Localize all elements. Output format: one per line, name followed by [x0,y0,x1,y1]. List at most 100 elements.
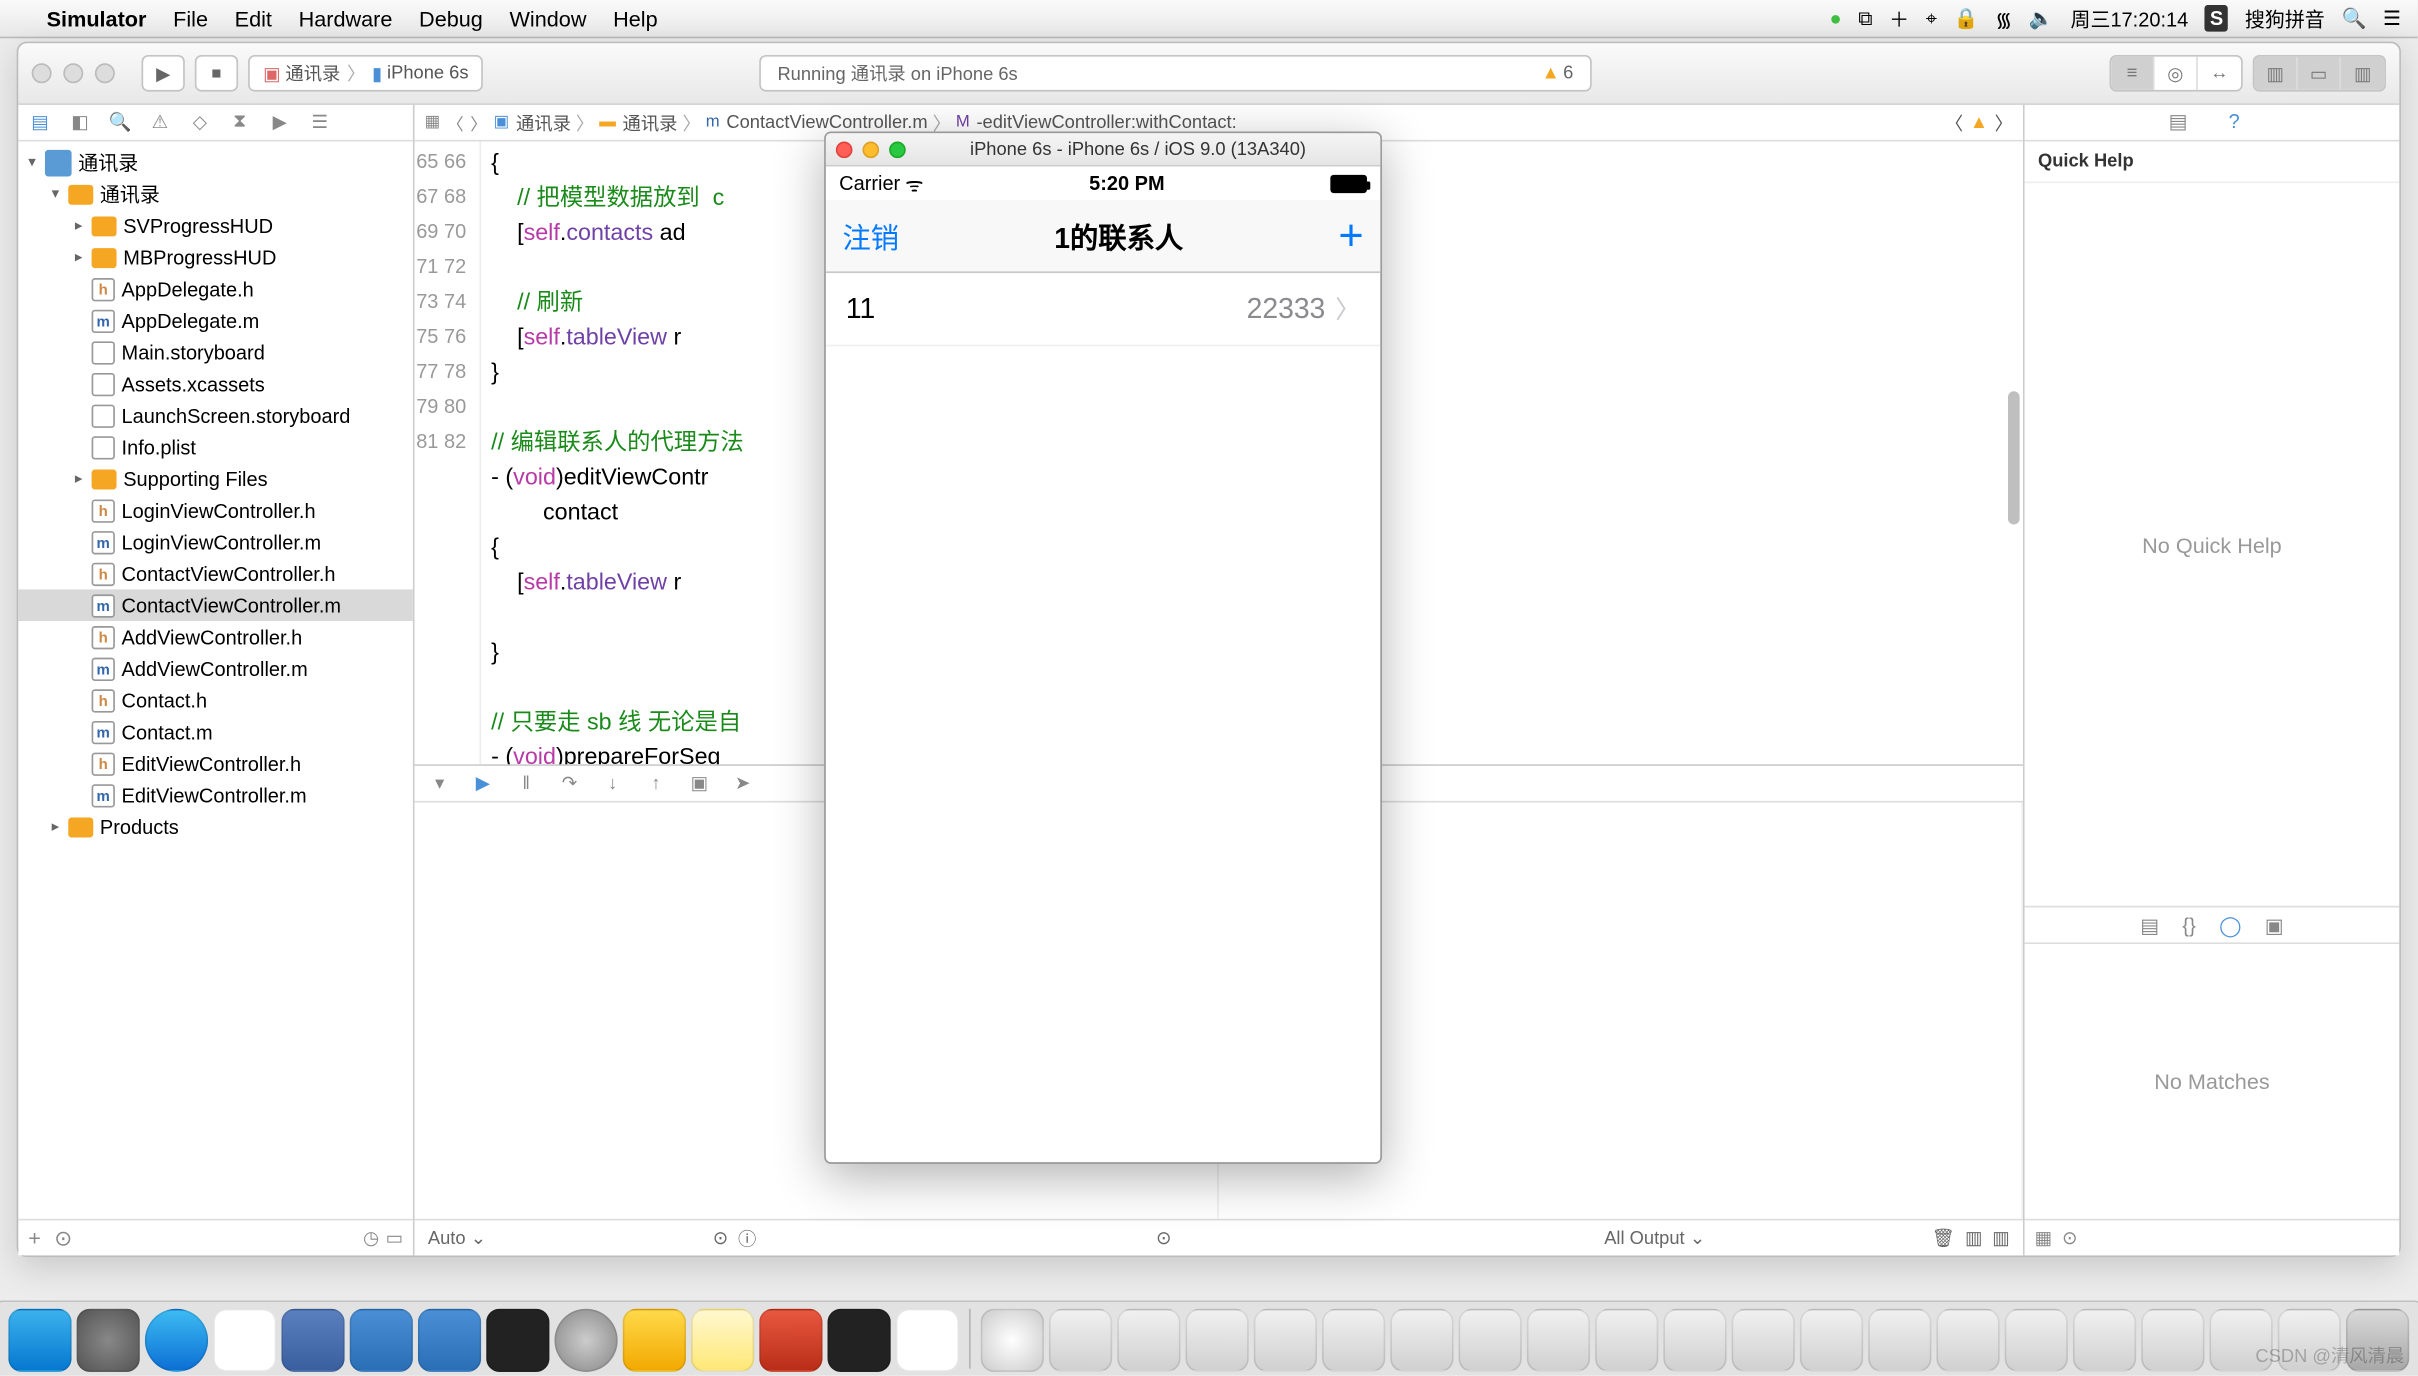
wifi-icon[interactable]: ᯾ [1995,4,2012,32]
stop-button[interactable] [195,55,238,92]
breakpoints-toggle-icon[interactable]: ▶ [468,773,498,795]
dock-window-icon[interactable] [1868,1309,1931,1372]
dock-window-icon[interactable] [1663,1309,1726,1372]
tree-item[interactable]: mLoginViewController.m [18,526,413,558]
jump-seg-file[interactable]: ContactViewController.m [726,112,927,132]
dock-window-icon[interactable] [2005,1309,2068,1372]
quicklook-icon[interactable]: ⓘ [738,1225,756,1252]
toggle-debug-icon[interactable]: ▭ [2298,57,2341,90]
contacts-table[interactable]: 1122333〉 [826,273,1380,1162]
library-tabs[interactable]: ▤ {} ◯ ▣ [2025,907,2400,944]
find-navigator-icon[interactable]: 🔍 [108,111,131,134]
assistant-editor-icon[interactable]: ◎ [2155,57,2198,90]
disclosure-icon[interactable]: ▾ [52,185,69,203]
standard-editor-icon[interactable]: ≡ [2111,57,2154,90]
menubar-debug[interactable]: Debug [419,6,483,31]
menubar-edit[interactable]: Edit [235,6,272,31]
dock-terminal-icon[interactable] [486,1309,549,1372]
dock-settings-icon[interactable] [554,1309,617,1372]
jump-prev-icon[interactable]: 〈 [1945,109,1963,136]
lock-icon[interactable]: 🔒 [1954,7,1979,30]
tree-item[interactable]: ▸Products [18,811,413,843]
disclosure-icon[interactable]: ▸ [52,818,69,836]
step-over-icon[interactable]: ↷ [554,773,584,795]
dock-mouse-icon[interactable] [213,1309,276,1372]
dock-window-icon[interactable] [1732,1309,1795,1372]
file-template-library-icon[interactable]: ▤ [2140,913,2159,936]
dock-window-icon[interactable] [1049,1309,1112,1372]
editor-scrollbar[interactable] [2008,391,2020,524]
console-output-selector[interactable]: All Output ⌄ [1604,1227,1705,1249]
dock-finder-icon[interactable] [8,1309,71,1372]
tree-item[interactable]: ▸Supporting Files [18,463,413,495]
pause-icon[interactable]: ‖ [511,773,541,793]
menubar-clock[interactable]: 周三17:20:14 [2070,4,2188,32]
run-button[interactable] [142,55,185,92]
tree-item[interactable]: mAddViewController.m [18,653,413,685]
toggle-inspector-icon[interactable]: ▥ [2341,57,2384,90]
menubar-app-name[interactable]: Simulator [47,6,147,31]
dock-window-icon[interactable] [1117,1309,1180,1372]
bluetooth-icon[interactable]: ⌖ [1926,6,1937,31]
toggle-debug-visibility-icon[interactable]: ▾ [425,773,455,795]
tree-item[interactable]: Info.plist [18,431,413,463]
notification-center-icon[interactable]: ☰ [2383,7,2401,30]
tree-item[interactable]: mContact.m [18,716,413,748]
tree-item[interactable]: ▸MBProgressHUD [18,241,413,273]
dock-window-icon[interactable] [1800,1309,1863,1372]
console-filter-icon[interactable]: ⊙ [1156,1227,1171,1249]
view-debug-icon[interactable]: ▣ [684,773,714,795]
test-navigator-icon[interactable]: ◇ [188,111,211,134]
dock-window-icon[interactable] [2073,1309,2136,1372]
tree-item[interactable]: hContact.h [18,684,413,716]
menubar-window[interactable]: Window [509,6,586,31]
menubar-file[interactable]: File [173,6,208,31]
file-inspector-icon[interactable]: ▤ [2169,109,2196,136]
library-view-mode-icon[interactable]: ▦ [2035,1227,2052,1249]
dock-app-icon[interactable] [350,1309,413,1372]
scm-filter-icon[interactable]: ▭ [386,1227,403,1249]
scheme-selector[interactable]: ▣ 通讯录 〉 ▮ iPhone 6s [248,55,483,92]
tree-item[interactable]: mContactViewController.m [18,589,413,621]
tree-item[interactable]: Main.storyboard [18,336,413,368]
version-editor-icon[interactable]: ↔ [2198,57,2241,90]
tree-item[interactable]: ▾通讯录 [18,147,413,179]
add-icon[interactable]: ＋ [1889,4,1909,32]
project-navigator-icon[interactable]: ▤ [28,111,51,134]
filter-field[interactable]: ⊙ [54,1225,363,1252]
breakpoint-navigator-icon[interactable]: ▶ [268,111,291,134]
dock-app-icon[interactable] [759,1309,822,1372]
warning-indicator[interactable]: ▲ 6 [1542,63,1574,83]
dock-window-icon[interactable] [1936,1309,1999,1372]
status-green-icon[interactable]: ● [1829,7,1841,30]
project-tree[interactable]: ▾通讯录▾通讯录▸SVProgressHUD▸MBProgressHUDhApp… [18,142,413,1219]
dock-window-icon[interactable] [1322,1309,1385,1372]
debug-navigator-icon[interactable]: ⧗ [228,111,251,134]
navbar-add-button[interactable]: + [1338,210,1363,262]
report-navigator-icon[interactable]: ☰ [308,111,331,134]
contact-cell[interactable]: 1122333〉 [826,273,1380,346]
dock-window-icon[interactable] [2141,1309,2204,1372]
zoom-icon[interactable] [889,141,906,158]
step-out-icon[interactable]: ↑ [641,773,671,793]
jump-seg-project[interactable]: 通讯录 [516,109,571,136]
dock-window-icon[interactable] [1254,1309,1317,1372]
recent-filter-icon[interactable]: ◷ [363,1227,379,1249]
close-icon[interactable] [836,141,853,158]
simulator-titlebar[interactable]: iPhone 6s - iPhone 6s / iOS 9.0 (13A340) [826,133,1380,166]
disclosure-icon[interactable]: ▾ [28,153,45,171]
tree-item[interactable]: hEditViewController.h [18,748,413,780]
jump-next-icon[interactable]: 〉 [1995,109,2013,136]
window-traffic-lights[interactable] [32,63,115,83]
tree-item[interactable]: mEditViewController.m [18,779,413,811]
jump-warning-icon[interactable]: ▲ [1970,112,1988,132]
screencast-icon[interactable]: ⧉ [1858,6,1872,31]
disclosure-icon[interactable]: ▸ [75,470,92,488]
tree-item[interactable]: ▾通讯录 [18,178,413,210]
volume-icon[interactable]: 🔈 [2029,7,2054,30]
panel-toggle-segmented[interactable]: ▥ ▭ ▥ [2253,55,2386,92]
dock-app-icon[interactable] [828,1309,891,1372]
minimize-icon[interactable] [862,141,879,158]
inspector-tabs[interactable]: ▤ ? [2025,105,2400,142]
back-icon[interactable]: 〈 [447,110,464,135]
